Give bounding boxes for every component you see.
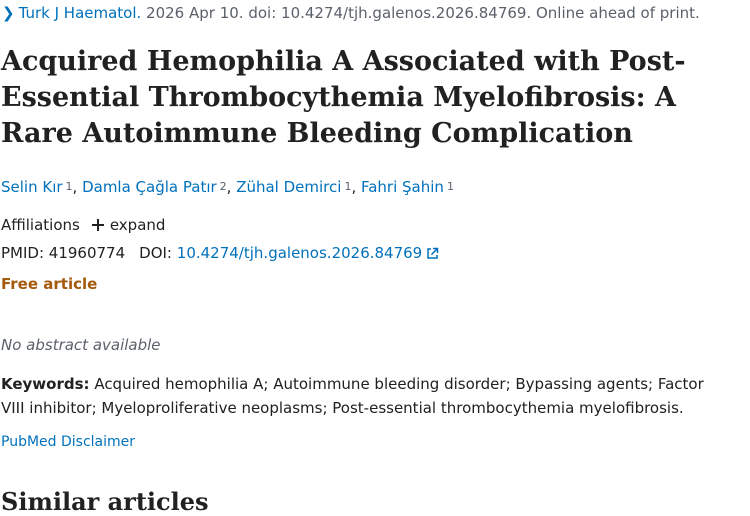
affiliations-expand-button[interactable]: expand — [91, 216, 166, 234]
keywords-section: Keywords: Acquired hemophilia A; Autoimm… — [1, 372, 731, 420]
author-link[interactable]: Fahri Şahin — [361, 178, 444, 196]
keywords-text: Acquired hemophilia A; Autoimmune bleedi… — [1, 375, 704, 417]
affiliations-label: Affiliations — [1, 216, 80, 234]
doi-label: DOI: — [139, 244, 172, 262]
article-title: Acquired Hemophilia A Associated with Po… — [1, 46, 686, 149]
pmid-value: 41960774 — [48, 244, 126, 262]
author-link[interactable]: Selin Kır — [1, 178, 63, 196]
similar-articles-heading: Similar articles — [1, 487, 209, 516]
citation-line: ❯ Turk J Haematol. 2026 Apr 10. doi: 10.4… — [2, 4, 700, 22]
author-link[interactable]: Zühal Demirci — [236, 178, 341, 196]
keywords-label: Keywords: — [1, 375, 90, 393]
author-affiliation-ref[interactable]: 2 — [220, 180, 227, 193]
pubmed-disclaimer-link[interactable]: PubMed Disclaimer — [1, 434, 135, 450]
identifiers-row: PMID: 41960774 DOI: 10.4274/tjh.galenos.… — [1, 244, 439, 262]
author-affiliation-ref[interactable]: 1 — [447, 180, 454, 193]
doi-link[interactable]: 10.4274/tjh.galenos.2026.84769 — [177, 244, 422, 262]
citation-details: 2026 Apr 10. doi: 10.4274/tjh.galenos.20… — [141, 4, 700, 22]
expand-label: expand — [109, 216, 166, 234]
affiliations-row: Affiliations expand — [1, 216, 165, 234]
free-article-badge: Free article — [1, 275, 98, 293]
no-abstract-notice: No abstract available — [1, 336, 161, 354]
author-affiliation-ref[interactable]: 1 — [344, 180, 351, 193]
author-link[interactable]: Damla Çağla Patır — [82, 178, 217, 196]
authors-list: Selin Kır 1, Damla Çağla Patır 2, Zühal De… — [1, 178, 454, 196]
pmid-label: PMID: — [1, 244, 45, 262]
external-link-icon[interactable] — [426, 247, 439, 260]
chevron-right-icon[interactable]: ❯ — [2, 4, 15, 22]
journal-link[interactable]: Turk J Haematol. — [19, 4, 142, 22]
plus-icon — [91, 219, 104, 231]
author-affiliation-ref[interactable]: 1 — [66, 180, 73, 193]
